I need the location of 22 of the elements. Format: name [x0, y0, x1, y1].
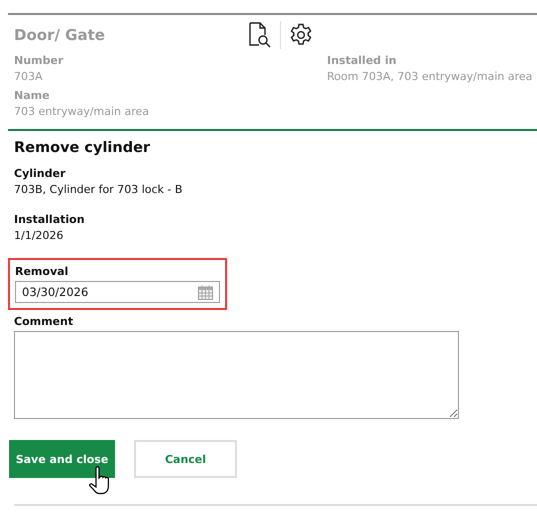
- field-label: Cylinder: [14, 166, 66, 182]
- field-value: 703B, Cylinder for 703 lock - B: [14, 182, 184, 198]
- field-label: Comment: [14, 314, 74, 330]
- calendar-icon[interactable]: [198, 284, 213, 300]
- settings-icon[interactable]: [289, 23, 313, 47]
- document-search-icon[interactable]: [248, 22, 272, 48]
- hand-cursor-icon: [89, 466, 111, 496]
- date-field[interactable]: 03/30/2026: [15, 281, 220, 303]
- cancel-button[interactable]: Cancel: [134, 440, 237, 478]
- field-label: Removal: [15, 264, 70, 280]
- field-value: 1/1/2026: [14, 228, 64, 244]
- field-label: Installation: [14, 212, 86, 228]
- field-label: Number: [14, 53, 64, 69]
- field-value: 703 entryway/main area: [14, 104, 150, 120]
- field-value: Room 703A, 703 entryway/main area: [327, 69, 534, 85]
- section-title: Door/ Gate: [14, 26, 106, 44]
- save-button[interactable]: Save and close: [9, 440, 115, 478]
- field-label: Installed in: [327, 53, 398, 69]
- form-title: Remove cylinder: [14, 140, 152, 156]
- comment-field[interactable]: [14, 331, 459, 419]
- field-value: 703A: [14, 69, 44, 85]
- field-label: Name: [14, 88, 51, 104]
